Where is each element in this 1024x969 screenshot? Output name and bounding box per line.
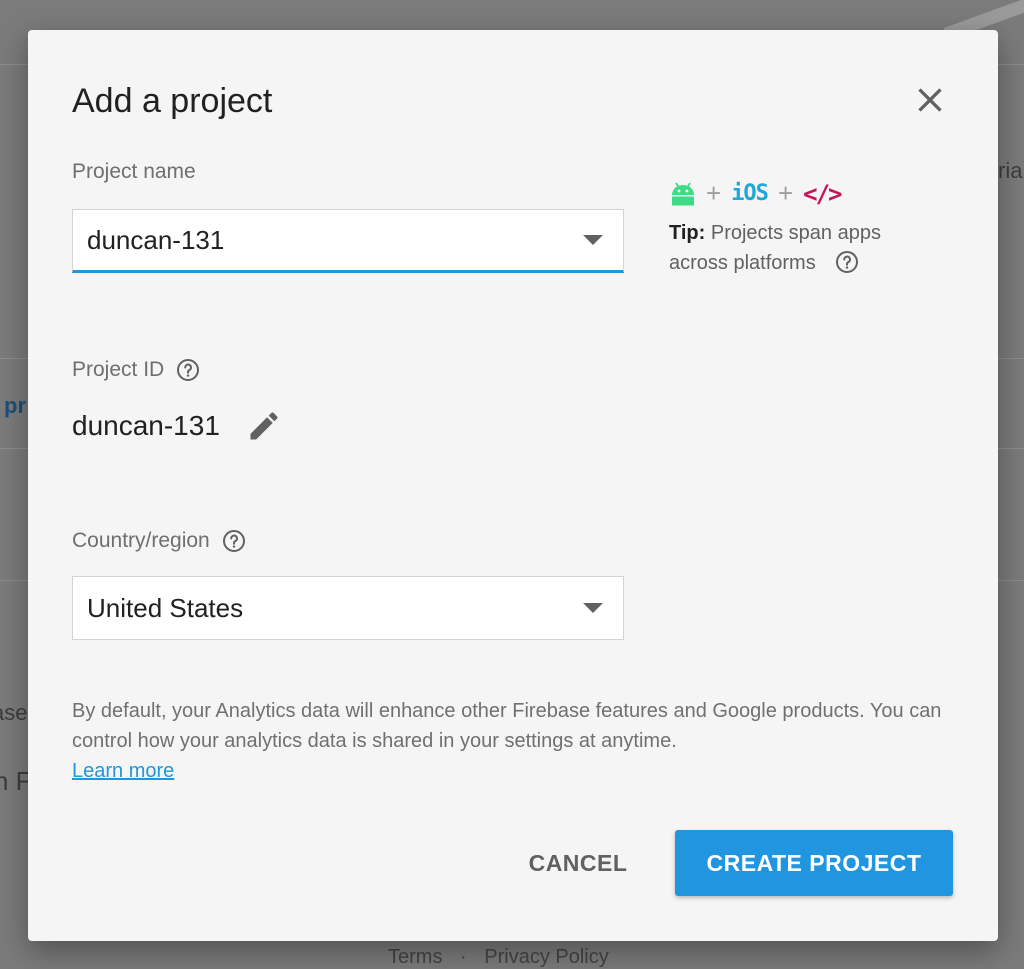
learn-more-link[interactable]: Learn more	[72, 760, 174, 782]
background-text: ria	[998, 158, 1023, 183]
country-label-text: Country/region	[72, 529, 210, 552]
cancel-button[interactable]: CANCEL	[508, 830, 648, 896]
project-id-label: Project ID	[72, 358, 200, 382]
analytics-disclaimer: By default, your Analytics data will enh…	[72, 696, 952, 786]
project-id-label-text: Project ID	[72, 358, 165, 381]
country-value: United States	[87, 592, 244, 623]
background-link: pr	[4, 393, 26, 418]
help-icon[interactable]	[176, 358, 200, 382]
project-name-label: Project name	[72, 160, 196, 184]
terms-link: Terms	[388, 946, 443, 968]
country-label: Country/region	[72, 529, 246, 553]
privacy-link: Privacy Policy	[484, 946, 609, 968]
country-select[interactable]: United States	[72, 576, 624, 640]
platform-icons: + iOS + </>	[670, 178, 843, 209]
close-icon	[918, 88, 942, 112]
project-id-value: duncan-131	[72, 410, 220, 441]
plus-sign: +	[706, 178, 722, 208]
project-name-field[interactable]: duncan-131	[72, 209, 624, 273]
chevron-down-icon[interactable]	[583, 603, 603, 613]
add-project-dialog: Add a project Project name duncan-131 + …	[28, 30, 998, 941]
create-project-button[interactable]: CREATE PROJECT	[675, 830, 953, 896]
footer-separator: ·	[460, 946, 467, 968]
edit-icon[interactable]	[246, 408, 282, 444]
background-text: ase	[0, 700, 28, 725]
web-code-icon: </>	[803, 179, 842, 208]
background-footer: Terms · Privacy Policy	[388, 946, 621, 969]
plus-sign: +	[777, 178, 794, 208]
tip-label: Tip:	[669, 222, 706, 244]
help-icon[interactable]	[835, 250, 859, 274]
ios-label: iOS	[731, 181, 769, 206]
project-name-label-text: Project name	[72, 160, 196, 183]
dialog-title: Add a project	[72, 82, 273, 120]
background-text: n F	[0, 766, 32, 796]
android-icon	[670, 182, 696, 206]
close-button[interactable]	[910, 80, 950, 120]
disclaimer-text: By default, your Analytics data will enh…	[72, 700, 942, 752]
chevron-down-icon[interactable]	[583, 235, 603, 245]
help-icon[interactable]	[222, 529, 246, 553]
project-name-value: duncan-131	[87, 224, 225, 255]
platform-tip: Tip: Projects span apps across platforms	[669, 218, 929, 278]
